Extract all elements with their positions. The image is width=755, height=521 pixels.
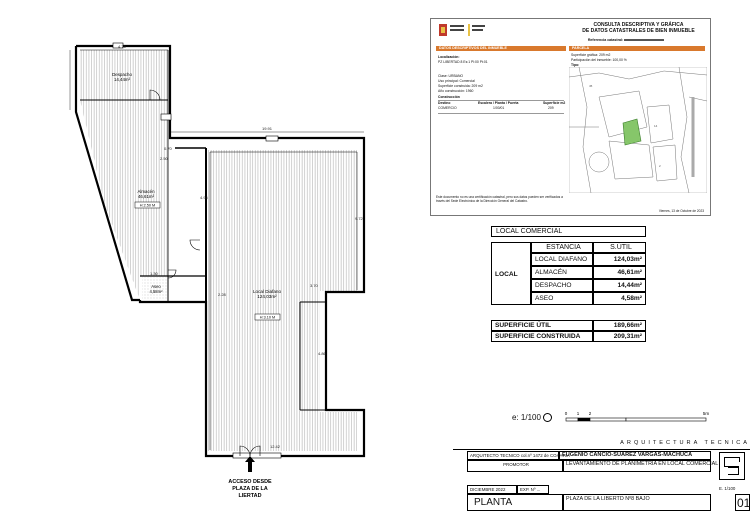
height-text: H:2.50 M: [140, 204, 155, 208]
svg-text:2.28: 2.28: [218, 292, 227, 297]
scale-tick: 0: [565, 411, 568, 416]
parcel-line: Superficie gráfica: 209 m2: [571, 53, 611, 57]
architect-name: EUGENIO CANCIO-SUAREZ VARGAS-MACHUCA: [559, 451, 711, 460]
scale-tick: 5m: [703, 411, 710, 416]
table-head: Destino: [438, 101, 451, 105]
cad-line: PZ LIBERTAD 8 Es:1 Pl:00 Pt:01: [438, 60, 488, 64]
height-text: H:3.10 M: [260, 316, 275, 320]
cadastral-title: CONSULTA DESCRIPTIVA Y GRÁFICA DE DATOS …: [582, 22, 695, 34]
total-const-label: SUPERFICIE CONSTRUIDA: [491, 331, 593, 342]
cad-line: Clase: URBANO: [438, 74, 464, 78]
plan-scale: E. 1/100: [719, 486, 736, 491]
cad-line: Año construcción: 1960: [438, 89, 474, 93]
parcel-line: Participación del inmueble: 100,00 %: [571, 58, 627, 62]
scale-tick: 2: [589, 411, 592, 416]
title-block-header: ARQUITECTURA TECNICA: [453, 438, 750, 450]
row-name: DESPACHO: [531, 279, 593, 292]
col-header-sutil: S.ÚTIL: [593, 242, 646, 253]
table-cell: 209: [548, 106, 554, 110]
row-value: 14,44m²: [593, 279, 646, 292]
clock-icon: [543, 413, 553, 423]
construction-heading: Construcción: [438, 95, 460, 99]
architect-prefix: ARQUITECTO TECNICO col.nº 1472 de COAATJ…: [467, 451, 570, 460]
svg-text:ACCESO DESDE: ACCESO DESDE: [228, 479, 272, 485]
surface-table: LOCAL COMERCIAL ESTANCIA S.ÚTIL LOCAL LO…: [491, 226, 646, 346]
svg-text:4.95: 4.95: [200, 195, 209, 200]
svg-text:14: 14: [654, 124, 658, 128]
row-value: 4,58m²: [593, 292, 646, 305]
orange-bar-right: PARCELA: [569, 46, 705, 51]
room-label-despacho: Despacho 14,44m²: [112, 72, 132, 82]
room-area: 4,58m²: [149, 289, 163, 294]
scale-label: e: 1/100: [512, 413, 553, 423]
svg-text:2.50: 2.50: [160, 156, 169, 161]
room-area: 46,61m²: [138, 194, 155, 199]
orange-bar-left: DATOS DESCRIPTIVOS DEL INMUEBLE: [436, 46, 566, 51]
cadastral-footer: Este documento no es una certificación c…: [436, 195, 563, 203]
surface-table-title: LOCAL COMERCIAL: [491, 226, 646, 237]
cadastral-card: CONSULTA DESCRIPTIVA Y GRÁFICA DE DATOS …: [430, 18, 711, 216]
room-label-almacen: Almacén 46,61m²: [137, 189, 155, 199]
scale-tick: 1: [577, 411, 580, 416]
row-value: 46,61m²: [593, 266, 646, 279]
svg-text:3.70: 3.70: [310, 283, 319, 288]
svg-text:PLAZA DE LA: PLAZA DE LA: [232, 486, 268, 492]
access-arrow-icon: [245, 456, 255, 472]
svg-text:4.86: 4.86: [318, 351, 327, 356]
group-local: LOCAL: [491, 242, 531, 305]
plane-title: PLANTA: [467, 494, 563, 511]
plan-exp: EXP. Nº ...: [517, 485, 549, 494]
access-label: ACCESO DESDE PLAZA DE LA LIERTAD: [228, 479, 272, 499]
cad-line: Uso principal: Comercial: [438, 79, 475, 83]
svg-text:0.70: 0.70: [164, 146, 173, 151]
table-head: Superficie m2: [543, 101, 566, 105]
cadastral-reference: Referencia catastral:: [551, 38, 701, 42]
floor-hatch: [80, 50, 357, 451]
row-name: LOCAL DIAFANO: [531, 253, 593, 266]
title-block: ARQUITECTURA TECNICA ARQUITECTO TECNICO …: [453, 438, 750, 517]
col-header-estancia: ESTANCIA: [531, 242, 593, 253]
project-title: LEVANTAMIENTO DE PLANIMETRIA EN LOCAL CO…: [563, 460, 718, 472]
scale-bar: 0 1 2 5m: [565, 411, 710, 422]
total-util-value: 189,66m²: [593, 320, 646, 331]
cad-line: Superficie construida: 209 m2: [438, 84, 483, 88]
table-cell: 1/00/01: [493, 106, 505, 110]
row-value: 124,03m²: [593, 253, 646, 266]
row-name: ASEO: [531, 292, 593, 305]
svg-text:4.75: 4.75: [118, 44, 127, 49]
room-area: 14,44m²: [114, 77, 131, 82]
room-area: 124,03m²: [257, 294, 277, 299]
svg-text:LIERTAD: LIERTAD: [239, 493, 262, 499]
table-cell: COMERCIO: [438, 106, 457, 110]
cadastral-date: Viernes, 13 de Octubre de 2023: [658, 209, 704, 213]
total-const-value: 209,31m²: [593, 331, 646, 342]
svg-text:12.42: 12.42: [270, 444, 281, 449]
total-util-label: SUPERFICIE ÚTIL: [491, 320, 593, 331]
address: PLAZA DE LA LIBERTD Nº8 BAJO: [563, 494, 711, 511]
government-logo: [439, 24, 485, 37]
svg-text:9.72: 9.72: [355, 216, 364, 221]
cadastral-map: 45 14 2: [569, 67, 707, 193]
row-name: ALMACÉN: [531, 266, 593, 279]
svg-text:19.91: 19.91: [262, 126, 273, 131]
sheet-number: 01: [735, 494, 751, 511]
plan-date: DICIEMBRE 2022: [467, 485, 517, 494]
studio-logo: [719, 452, 745, 480]
svg-text:45: 45: [589, 84, 593, 88]
promotor-label: PROMOTOR: [467, 460, 563, 472]
floor-plan: 19.91 4.75 9.72 12.42 4.86 3.70 2.28 4.9…: [69, 42, 366, 499]
svg-text:1.30: 1.30: [150, 271, 159, 276]
cad-line: Localización:: [438, 55, 460, 59]
table-head: Escalera / Planta / Puerta: [478, 101, 519, 105]
construction-table: Destino Escalera / Planta / Puerta Super…: [438, 100, 566, 114]
